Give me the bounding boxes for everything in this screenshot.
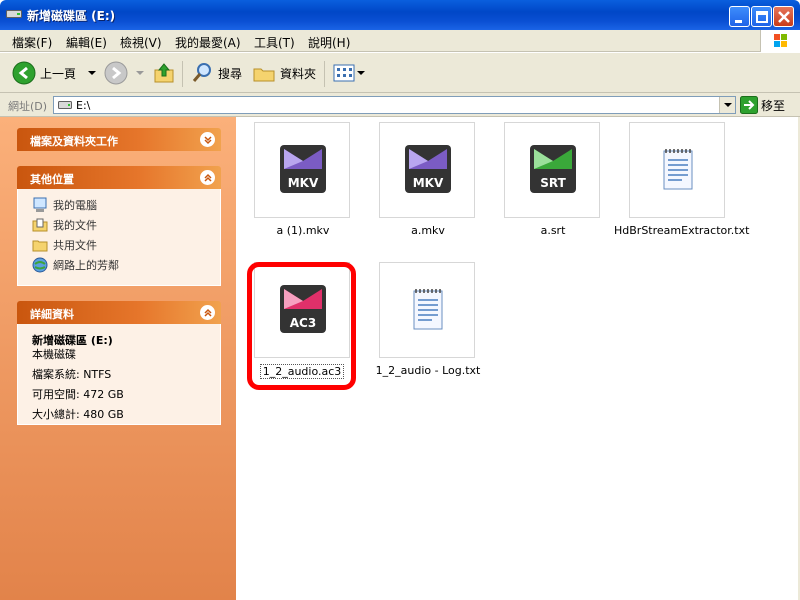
- file-name[interactable]: a.srt: [489, 224, 617, 237]
- documents-icon: [32, 218, 48, 232]
- close-icon: [778, 11, 790, 23]
- details-body: 新增磁碟區 (E:) 本機磁碟 檔案系統: NTFS 可用空間: 472 GB …: [17, 324, 221, 425]
- forward-arrow-icon: [104, 61, 128, 85]
- go-label: 移至: [761, 98, 786, 113]
- text-file-icon: [413, 289, 443, 330]
- detail-filesystem: 檔案系統: NTFS: [32, 368, 112, 381]
- other-places-header[interactable]: 其他位置: [17, 166, 221, 189]
- detail-type: 本機磁碟: [32, 348, 76, 361]
- chevron-down-icon[interactable]: [134, 67, 146, 79]
- go-button[interactable]: 移至: [740, 96, 785, 114]
- place-network[interactable]: 網路上的芳鄰: [32, 256, 119, 274]
- folders-icon: [253, 68, 275, 82]
- red-highlight-annotation: [247, 262, 356, 390]
- search-icon: [192, 63, 211, 82]
- media-badge: SRT: [540, 176, 566, 190]
- go-arrow-icon: [740, 96, 758, 114]
- up-folder-button[interactable]: [152, 61, 176, 85]
- file-folder-tasks-header[interactable]: 檔案及資料夾工作: [17, 128, 221, 151]
- detail-free-space: 可用空間: 472 GB: [32, 388, 124, 401]
- file-thumbnail[interactable]: [379, 262, 475, 358]
- address-dropdown-button[interactable]: [719, 97, 735, 113]
- detail-total-size: 大小總計: 480 GB: [32, 408, 124, 421]
- place-shared-documents[interactable]: 共用文件: [32, 236, 97, 254]
- menu-tools[interactable]: 工具(T): [254, 34, 295, 51]
- minimize-button[interactable]: [729, 6, 750, 27]
- folders-label: 資料夾: [280, 66, 317, 81]
- file-name[interactable]: a.mkv: [364, 224, 492, 237]
- back-button[interactable]: 上一頁: [12, 61, 98, 85]
- computer-icon: [33, 197, 47, 212]
- chevron-down-icon: [724, 103, 732, 107]
- place-my-computer[interactable]: 我的電腦: [32, 196, 97, 214]
- media-badge: MKV: [288, 176, 319, 190]
- search-label: 搜尋: [218, 66, 243, 81]
- expand-chevron-icon[interactable]: [200, 132, 215, 147]
- up-folder-icon: [154, 63, 174, 83]
- place-label: 網路上的芳鄰: [53, 259, 119, 272]
- back-arrow-icon: [12, 61, 36, 85]
- menu-favorites[interactable]: 我的最愛(A): [175, 34, 241, 51]
- other-places-body: 我的電腦 我的文件 共用文件 網路上的芳鄰: [17, 189, 221, 286]
- panel-title: 詳細資料: [30, 308, 74, 321]
- place-label: 我的文件: [53, 219, 97, 232]
- toolbar-separator: [182, 61, 183, 87]
- file-name[interactable]: HdBrStreamExtractor.txt: [614, 224, 749, 237]
- text-file-icon: [663, 149, 693, 190]
- file-name[interactable]: 1_2_audio - Log.txt: [364, 364, 492, 377]
- windows-flag-icon: [774, 34, 787, 47]
- close-button[interactable]: [773, 6, 794, 27]
- forward-button[interactable]: [104, 61, 146, 85]
- other-places-panel: 其他位置 我的電腦 我的文件 共用文件 網路上的芳鄰: [17, 166, 221, 286]
- media-badge: MKV: [413, 176, 444, 190]
- details-panel: 詳細資料 新增磁碟區 (E:) 本機磁碟 檔案系統: NTFS 可用空間: 47…: [17, 301, 221, 425]
- back-label: 上一頁: [40, 66, 77, 81]
- panel-title: 其他位置: [30, 173, 74, 186]
- views-icon: [333, 64, 355, 82]
- address-label: 網址(D): [8, 100, 48, 113]
- window-title: 新增磁碟區 (E:): [27, 9, 116, 23]
- minimize-icon: [735, 20, 742, 23]
- task-pane: 檔案及資料夾工作 其他位置 我的電腦 我的文件 共用文件 網路上的芳鄰 詳細資料…: [0, 117, 236, 600]
- menu-help[interactable]: 說明(H): [308, 34, 350, 51]
- srt-media-icon: SRT: [530, 145, 576, 193]
- search-button[interactable]: 搜尋: [190, 61, 242, 85]
- mkv-media-icon: MKV: [405, 145, 451, 193]
- title-bar: 新增磁碟區 (E:): [0, 0, 800, 30]
- menu-file[interactable]: 檔案(F): [12, 34, 52, 51]
- place-label: 共用文件: [53, 239, 97, 252]
- menu-bar: 檔案(F) 編輯(E) 檢視(V) 我的最愛(A) 工具(T) 說明(H): [0, 30, 800, 52]
- collapse-chevron-icon[interactable]: [200, 305, 215, 320]
- toolbar: 上一頁 搜尋 資料夾: [0, 53, 800, 93]
- menu-view[interactable]: 檢視(V): [120, 34, 162, 51]
- panel-title: 檔案及資料夾工作: [30, 135, 118, 148]
- file-thumbnail[interactable]: [629, 122, 725, 218]
- drive-icon: [58, 101, 72, 109]
- maximize-icon: [756, 11, 768, 23]
- views-button[interactable]: [332, 61, 366, 85]
- maximize-button[interactable]: [751, 6, 772, 27]
- drive-icon: [6, 10, 22, 18]
- place-label: 我的電腦: [53, 199, 97, 212]
- toolbar-separator: [324, 61, 325, 87]
- network-icon: [32, 257, 48, 273]
- shared-folder-icon: [32, 240, 48, 252]
- details-header[interactable]: 詳細資料: [17, 301, 221, 324]
- address-bar: 網址(D) E:\ 移至: [0, 93, 800, 117]
- folders-button[interactable]: 資料夾: [252, 61, 316, 85]
- file-thumbnail[interactable]: MKV: [254, 122, 350, 218]
- chevron-down-icon[interactable]: [356, 67, 366, 79]
- place-my-documents[interactable]: 我的文件: [32, 216, 97, 234]
- windows-logo: [760, 30, 800, 52]
- file-thumbnail[interactable]: SRT: [504, 122, 600, 218]
- mkv-media-icon: MKV: [280, 145, 326, 193]
- file-thumbnail[interactable]: MKV: [379, 122, 475, 218]
- collapse-chevron-icon[interactable]: [200, 170, 215, 185]
- file-folder-tasks-panel: 檔案及資料夾工作: [17, 128, 221, 151]
- address-input[interactable]: E:\: [53, 96, 736, 114]
- address-value: E:\: [76, 99, 91, 112]
- chevron-down-icon[interactable]: [86, 67, 98, 79]
- file-name[interactable]: a (1).mkv: [239, 224, 367, 237]
- menu-edit[interactable]: 編輯(E): [66, 34, 107, 51]
